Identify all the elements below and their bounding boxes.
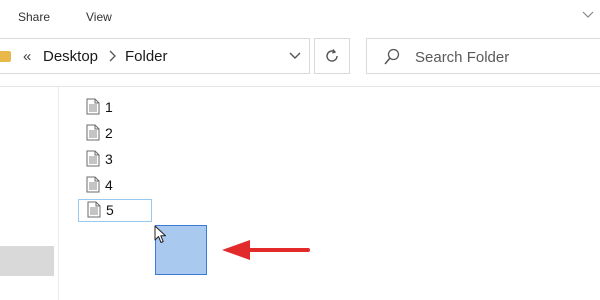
search-box[interactable] xyxy=(366,38,600,74)
tab-share[interactable]: Share xyxy=(18,10,50,24)
file-item-4[interactable]: 4 xyxy=(84,174,152,196)
refresh-icon xyxy=(326,49,338,62)
document-icon xyxy=(86,176,100,193)
document-icon xyxy=(86,98,100,115)
document-icon xyxy=(86,150,100,167)
chevron-right-icon[interactable] xyxy=(107,50,117,62)
toolbar-divider xyxy=(0,86,600,87)
file-name: 4 xyxy=(105,177,113,193)
document-icon xyxy=(87,201,101,218)
folder-icon xyxy=(0,51,11,62)
file-item-2[interactable]: 2 xyxy=(84,122,152,144)
ribbon: Share View xyxy=(0,0,600,34)
file-item-3[interactable]: 3 xyxy=(84,148,152,170)
file-item-1[interactable]: 1 xyxy=(84,96,152,118)
file-name: 1 xyxy=(105,99,113,115)
file-name: 3 xyxy=(105,151,113,167)
breadcrumb-folder[interactable]: Folder xyxy=(125,48,168,65)
file-name: 5 xyxy=(106,202,114,218)
breadcrumb-desktop[interactable]: Desktop xyxy=(43,48,98,65)
search-input[interactable] xyxy=(415,47,595,67)
chevron-down-icon[interactable] xyxy=(582,10,594,20)
address-bar[interactable]: « Desktop Folder xyxy=(0,38,310,74)
file-item-5[interactable]: 5 xyxy=(78,199,152,222)
chevron-down-icon[interactable] xyxy=(289,51,301,61)
file-name: 2 xyxy=(105,125,113,141)
mouse-cursor-icon xyxy=(154,225,166,243)
document-icon xyxy=(86,124,100,141)
search-icon xyxy=(384,48,400,65)
nav-selected-item[interactable] xyxy=(0,246,54,276)
tab-view[interactable]: View xyxy=(86,10,112,24)
refresh-button[interactable] xyxy=(314,38,350,74)
breadcrumb-overflow-button[interactable]: « xyxy=(23,48,31,65)
annotation-arrow-icon xyxy=(222,240,310,260)
